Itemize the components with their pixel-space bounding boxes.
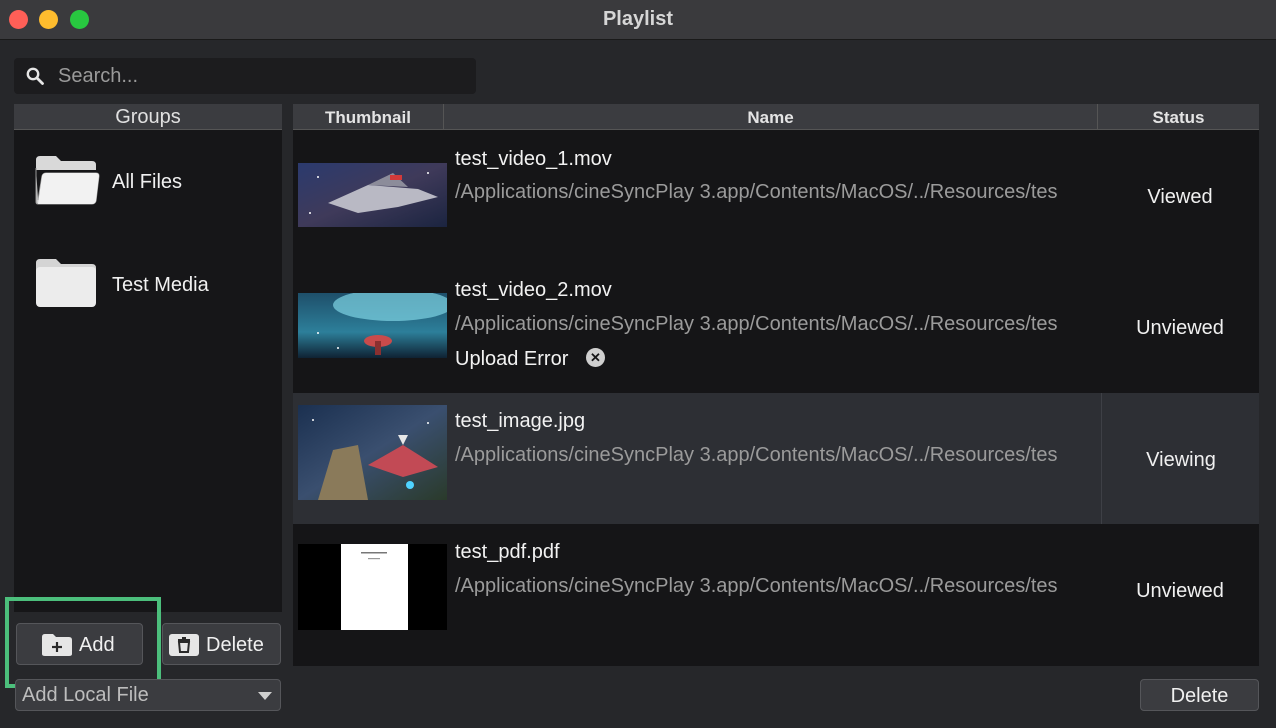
status-cell: Unviewed (1101, 524, 1259, 655)
groups-panel: Groups All Files Test Media (14, 104, 282, 612)
error-close-icon[interactable]: ✕ (586, 348, 605, 367)
add-folder-icon (42, 634, 72, 656)
media-status: Viewed (1147, 186, 1213, 208)
thumbnail-image (298, 544, 447, 630)
folder-icon (36, 259, 96, 307)
delete-media-button[interactable]: Delete (1140, 679, 1259, 711)
group-label-all-files: All Files (112, 171, 183, 193)
media-name: test_image.jpg (455, 410, 586, 432)
window-title: Playlist (602, 8, 674, 30)
search-icon (26, 67, 44, 85)
delete-media-label: Delete (1170, 685, 1229, 707)
media-path: /Applications/cineSyncPlay 3.app/Content… (455, 181, 1058, 203)
search-box[interactable] (14, 58, 476, 94)
add-group-label: Add (79, 634, 115, 656)
title-bar: Playlist (0, 0, 1276, 40)
add-source-dropdown[interactable]: Add Local File (15, 679, 281, 711)
group-label-test-media: Test Media (112, 274, 209, 296)
media-status: Unviewed (1136, 317, 1224, 339)
media-path: /Applications/cineSyncPlay 3.app/Content… (455, 444, 1058, 466)
status-cell: Unviewed (1101, 262, 1259, 393)
add-group-button[interactable]: Add (16, 623, 143, 665)
table-row[interactable]: test_video_2.mov /Applications/cineSyncP… (293, 262, 1259, 393)
trash-icon (169, 634, 199, 656)
folder-open-icon (35, 156, 100, 205)
group-item-all-files[interactable]: All Files (14, 146, 282, 222)
table-header: Thumbnail Name Status (293, 104, 1259, 130)
table-row[interactable]: test_image.jpg /Applications/cineSyncPla… (293, 393, 1259, 524)
column-header-thumbnail[interactable]: Thumbnail (293, 104, 444, 130)
media-name: test_video_1.mov (455, 148, 612, 170)
media-name: test_pdf.pdf (455, 541, 560, 563)
column-header-name[interactable]: Name (444, 104, 1098, 130)
add-source-selected: Add Local File (22, 684, 149, 706)
media-path: /Applications/cineSyncPlay 3.app/Content… (455, 313, 1058, 335)
chevron-down-icon (258, 692, 272, 700)
media-name: test_video_2.mov (455, 279, 612, 301)
table-row[interactable]: test_video_1.mov /Applications/cineSyncP… (293, 131, 1259, 262)
group-item-test-media[interactable]: Test Media (14, 247, 282, 323)
media-path: /Applications/cineSyncPlay 3.app/Content… (455, 575, 1058, 597)
media-table: Thumbnail Name Status test_video_1.mov /… (293, 104, 1259, 666)
table-row[interactable]: test_pdf.pdf /Applications/cineSyncPlay … (293, 524, 1259, 655)
status-cell: Viewing (1101, 393, 1259, 524)
delete-group-label: Delete (206, 634, 264, 656)
media-status: Unviewed (1136, 580, 1224, 602)
upload-error-text: Upload Error (455, 348, 569, 370)
media-status: Viewing (1146, 449, 1216, 471)
status-cell: Viewed (1101, 131, 1259, 262)
column-header-status[interactable]: Status (1098, 104, 1259, 130)
thumbnail-image (298, 163, 447, 227)
delete-group-button[interactable]: Delete (162, 623, 281, 665)
groups-header: Groups (14, 104, 282, 130)
thumbnail-image (298, 293, 447, 358)
thumbnail-image (298, 405, 447, 500)
search-input[interactable] (58, 64, 458, 88)
